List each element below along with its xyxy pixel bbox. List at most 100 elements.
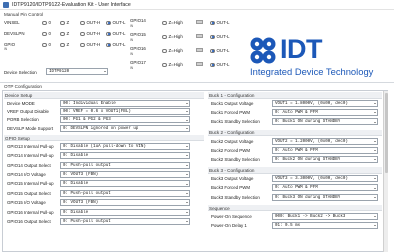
setting-dropdown[interactable]: 0: Buck1 ON during STANDBY <box>272 118 378 126</box>
gpio-pin-row: GPIO17 IN Z=High OUT-L <box>130 59 240 72</box>
setting-value: VOUT2 = 1.2000V, (0x00, dec0) <box>275 139 348 144</box>
pin-option[interactable]: Z <box>60 42 69 48</box>
radio-button[interactable] <box>106 42 111 48</box>
radio-button[interactable] <box>210 20 215 26</box>
device-selection-label: Device Selection <box>4 70 37 75</box>
manual-gpio-rows: GPIO14 IN Z=High OUT-L GPIO15 IN Z=High OUT-L GP… <box>130 17 240 79</box>
pin-option[interactable]: OUT-H <box>80 31 100 37</box>
radio-button[interactable] <box>106 20 111 26</box>
chevron-down-icon <box>373 159 376 161</box>
radio-button[interactable] <box>210 34 215 40</box>
setting-dropdown[interactable]: 0: Disable <box>60 152 190 160</box>
chevron-down-icon <box>185 145 188 147</box>
chevron-down-icon <box>185 211 188 213</box>
pin-option[interactable]: OUT-L <box>106 20 125 26</box>
pin-option[interactable]: 0 <box>42 31 51 37</box>
section-header <box>4 92 204 99</box>
radio-button[interactable] <box>42 31 47 37</box>
setting-dropdown[interactable]: 0: Auto PWM & PFM <box>272 109 378 117</box>
chevron-down-icon <box>185 103 188 105</box>
gpio-option-high[interactable]: Z=High <box>162 34 183 40</box>
gpio-option-low[interactable]: OUT-L <box>210 20 229 26</box>
setting-dropdown[interactable]: VOUT1 = 1.8000V, (0x00, dec0) <box>272 100 378 107</box>
setting-label: GPIO13 Internal Pull-up <box>7 143 54 149</box>
radio-button[interactable] <box>210 62 215 68</box>
chevron-down-icon <box>185 164 188 166</box>
device-selection-dropdown[interactable]: IDTP9120 <box>46 68 108 75</box>
radio-button[interactable] <box>60 20 65 26</box>
radio-button[interactable] <box>162 62 167 68</box>
setting-dropdown[interactable]: 00: Individual Enable <box>60 100 190 107</box>
idt-logo: IDT Integrated Device Technology <box>250 32 390 78</box>
radio-label: Z=High <box>168 20 183 25</box>
setting-dropdown[interactable]: 000: Buck1 -> Buck2 -> Buck3 <box>272 212 378 220</box>
setting-value: 0: Push-pull output <box>63 220 111 224</box>
setting-value: 0: Buck2 ON during STANDBY <box>275 158 341 162</box>
setting-dropdown[interactable]: 0: VOUT3 (FBN) <box>60 199 190 207</box>
setting-label: GPIO15 Output Select <box>7 190 51 196</box>
setting-dropdown[interactable]: 0: Push-pull output <box>60 161 190 169</box>
radio-button[interactable] <box>42 20 47 26</box>
radio-button[interactable] <box>80 42 85 48</box>
radio-button[interactable] <box>42 42 47 48</box>
otp-scrollbar-thumb[interactable] <box>384 93 389 173</box>
section-title: Buck 1 - Configuration <box>209 92 255 98</box>
pin-option[interactable]: Z <box>60 31 69 37</box>
gpio-option-high[interactable]: Z=High <box>162 62 183 68</box>
logo-brand: IDT <box>280 34 323 64</box>
chevron-down-icon <box>185 192 188 194</box>
radio-button[interactable] <box>162 20 167 26</box>
radio-button[interactable] <box>60 31 65 37</box>
setting-dropdown[interactable]: VOUT3 = 3.3000V, (0x00, dec0) <box>272 175 378 183</box>
setting-value: VOUT1 = 1.8000V, (0x00, dec0) <box>275 102 348 106</box>
gpio-option-low[interactable]: OUT-L <box>210 48 229 54</box>
setting-label: Device MODE <box>7 101 35 106</box>
pin-option[interactable]: 0 <box>42 42 51 48</box>
setting-dropdown[interactable]: 00: PG1 & PG2 & PG3 <box>60 116 190 124</box>
setting-dropdown[interactable]: 0: Push-pull output <box>60 218 190 225</box>
radio-label: Z <box>66 20 70 25</box>
gpio-option-high[interactable]: Z=High <box>162 20 183 26</box>
otp-scrollbar[interactable] <box>383 91 389 252</box>
pin-option[interactable]: OUT-H <box>80 20 100 26</box>
setting-dropdown[interactable]: 0: Disable (1uA pull-down to VIN) <box>60 142 190 150</box>
radio-button[interactable] <box>106 31 111 37</box>
setting-value: 0: Auto PWM & PFM <box>275 111 318 116</box>
setting-label: GPIO14 Internal Pull-up <box>7 153 54 159</box>
setting-dropdown[interactable]: 01: 0.5 ms <box>272 222 378 229</box>
setting-label: Buck3 Standby Selection <box>211 194 260 200</box>
radio-label: 0 <box>48 20 51 25</box>
setting-dropdown[interactable]: 0: Disable <box>60 208 190 216</box>
pin-option[interactable]: OUT-H <box>80 42 100 48</box>
gpio-option-low[interactable]: OUT-L <box>210 34 229 40</box>
gpio-option-high[interactable]: Z=High <box>162 48 183 54</box>
radio-button[interactable] <box>80 31 85 37</box>
radio-button[interactable] <box>210 48 215 54</box>
setting-label: GPIO16 Output Select <box>7 219 51 224</box>
radio-button[interactable] <box>162 48 167 54</box>
radio-button[interactable] <box>80 20 85 26</box>
chevron-down-icon <box>185 202 188 204</box>
setting-dropdown[interactable]: 0: DEVSLPN ignored on power up <box>60 124 190 132</box>
setting-dropdown[interactable]: 0: Push-pull output <box>60 189 190 197</box>
pin-option[interactable]: OUT-L <box>106 31 125 37</box>
setting-dropdown[interactable]: 00: VREF = 0.6 x VOUT1(FBL) <box>60 108 190 116</box>
radio-button[interactable] <box>162 34 167 40</box>
setting-dropdown[interactable]: 0: Auto PWM & PFM <box>272 184 378 192</box>
pin-option[interactable]: OUT-L <box>106 42 125 48</box>
pin-option[interactable]: Z <box>60 20 70 26</box>
setting-dropdown[interactable]: VOUT2 = 1.2000V, (0x00, dec0) <box>272 137 378 145</box>
gpio-pin-label: GPIO16 <box>130 46 146 51</box>
otp-configuration-title: OTP Configuration <box>4 84 42 89</box>
setting-dropdown[interactable]: 0: Buck2 ON during STANDBY <box>272 156 378 163</box>
gpio-pin-sublabel: IN <box>130 23 134 28</box>
setting-dropdown[interactable]: 0: Auto PWM & PFM <box>272 146 378 154</box>
setting-dropdown[interactable]: 0: Buck3 ON during STANDBY <box>272 193 378 201</box>
pin-option[interactable]: 0 <box>42 20 51 26</box>
gpio-option-low[interactable]: OUT-L <box>210 62 229 68</box>
chevron-down-icon <box>373 215 376 217</box>
setting-dropdown[interactable]: 0: VOUT3 (FBN) <box>60 171 190 178</box>
setting-dropdown[interactable]: 0: Disable <box>60 180 190 188</box>
gpio-pin-row: GPIO15 IN Z=High OUT-L <box>130 31 240 44</box>
radio-button[interactable] <box>60 42 65 48</box>
